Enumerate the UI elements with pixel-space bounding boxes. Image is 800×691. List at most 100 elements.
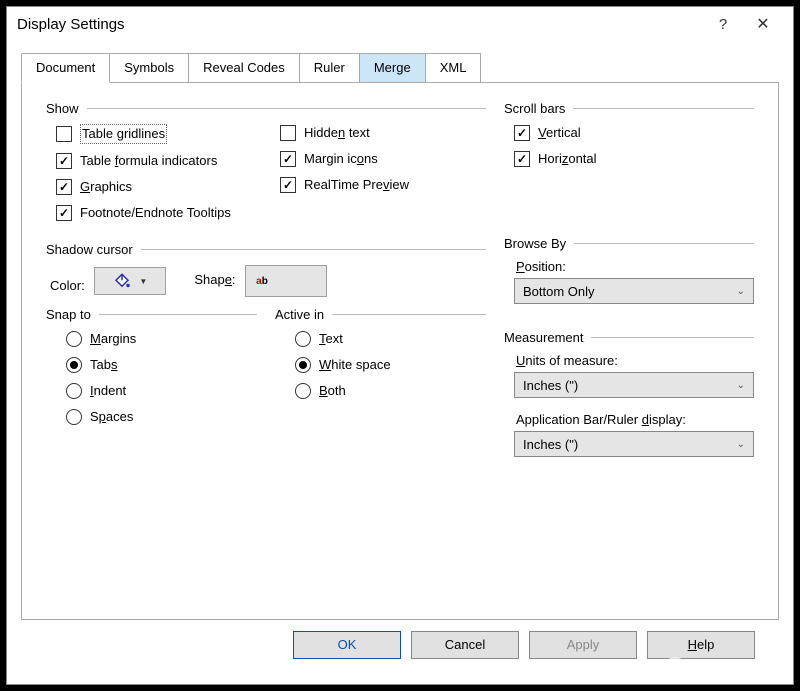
appbar-label: Application Bar/Ruler display:	[516, 412, 754, 427]
dropdown-value: Bottom Only	[523, 284, 595, 299]
apply-button[interactable]: Apply	[529, 631, 637, 659]
chevron-down-icon: ⌄	[737, 286, 745, 297]
position-label: Position:	[516, 259, 754, 274]
radio-indent[interactable]: Indent	[66, 382, 257, 400]
title-bar: Display Settings ? ✕	[7, 7, 793, 41]
radio-label: Both	[319, 382, 346, 400]
cancel-button[interactable]: Cancel	[411, 631, 519, 659]
checkbox-icon	[280, 151, 296, 167]
radio-white-space[interactable]: White space	[295, 356, 486, 374]
checkbox-label: Vertical	[538, 124, 581, 142]
checkbox-label: Horizontal	[538, 150, 597, 168]
shape-ab-icon: ab	[256, 276, 268, 287]
dialog-client: Document Symbols Reveal Codes Ruler Merg…	[21, 53, 779, 670]
radio-label: Tabs	[90, 356, 117, 374]
color-label: Color:	[50, 278, 85, 293]
checkbox-label: RealTime Preview	[304, 176, 409, 194]
checkbox-label: Footnote/Endnote Tooltips	[80, 204, 231, 222]
checkbox-icon	[56, 153, 72, 169]
checkbox-margin-icons[interactable]: Margin icons	[280, 150, 486, 168]
dropdown-value: Inches (")	[523, 437, 578, 452]
document-tab-panel: Show Table gridlines	[21, 83, 779, 620]
group-shadow-cursor-title: Shadow cursor	[46, 242, 133, 257]
radio-tabs[interactable]: Tabs	[66, 356, 257, 374]
position-dropdown[interactable]: Bottom Only ⌄	[514, 278, 754, 304]
tab-document[interactable]: Document	[21, 53, 110, 83]
radio-label: Text	[319, 330, 343, 348]
checkbox-realtime-preview[interactable]: RealTime Preview	[280, 176, 486, 194]
group-snap-to: Snap to Margins	[46, 307, 257, 434]
chevron-down-icon: ⌄	[737, 439, 745, 450]
radio-icon	[295, 383, 311, 399]
checkbox-horizontal-scrollbar[interactable]: Horizontal	[514, 150, 754, 168]
checkbox-graphics[interactable]: Graphics	[56, 178, 262, 196]
tab-bar: Document Symbols Reveal Codes Ruler Merg…	[21, 53, 779, 83]
button-bar: OK Cancel Apply Help	[21, 620, 779, 670]
group-measurement: Measurement Units of measure: Inches (")…	[504, 330, 754, 457]
radio-label: Margins	[90, 330, 136, 348]
radio-icon	[66, 383, 82, 399]
radio-label: White space	[319, 356, 391, 374]
units-label: Units of measure:	[516, 353, 754, 368]
tab-ruler[interactable]: Ruler	[299, 53, 360, 82]
group-snap-to-title: Snap to	[46, 307, 91, 322]
checkbox-table-formula-indicators[interactable]: Table formula indicators	[56, 152, 262, 170]
radio-margins[interactable]: Margins	[66, 330, 257, 348]
radio-text[interactable]: Text	[295, 330, 486, 348]
group-scroll-bars: Scroll bars Vertical Horizon	[504, 101, 754, 176]
checkbox-table-gridlines[interactable]: Table gridlines	[56, 124, 262, 144]
dialog-window: Display Settings ? ✕ Document Symbols Re…	[6, 6, 794, 685]
paint-bucket-icon	[113, 272, 131, 290]
group-measurement-title: Measurement	[504, 330, 583, 345]
checkbox-hidden-text[interactable]: Hidden text	[280, 124, 486, 142]
help-button[interactable]: Help	[647, 631, 755, 659]
checkbox-icon	[56, 126, 72, 142]
group-active-in-title: Active in	[275, 307, 324, 322]
shape-picker-button[interactable]: ab	[245, 265, 327, 297]
tab-xml[interactable]: XML	[425, 53, 482, 82]
radio-icon	[66, 357, 82, 373]
radio-spaces[interactable]: Spaces	[66, 408, 257, 426]
ok-button[interactable]: OK	[293, 631, 401, 659]
checkbox-label: Table formula indicators	[80, 152, 217, 170]
group-show: Show Table gridlines	[46, 101, 486, 230]
checkbox-icon	[280, 177, 296, 193]
units-dropdown[interactable]: Inches (") ⌄	[514, 372, 754, 398]
color-picker-button[interactable]: ▼	[94, 267, 166, 295]
checkbox-vertical-scrollbar[interactable]: Vertical	[514, 124, 754, 142]
radio-label: Spaces	[90, 408, 133, 426]
radio-icon	[295, 357, 311, 373]
close-icon[interactable]: ✕	[743, 14, 783, 34]
dropdown-value: Inches (")	[523, 378, 578, 393]
group-show-title: Show	[46, 101, 79, 116]
chevron-down-icon: ⌄	[737, 380, 745, 391]
checkbox-label: Margin icons	[304, 150, 378, 168]
tab-merge[interactable]: Merge	[359, 53, 426, 82]
dialog-title: Display Settings	[17, 16, 703, 33]
tab-symbols[interactable]: Symbols	[109, 53, 189, 82]
chevron-down-icon: ▼	[139, 277, 147, 286]
tab-reveal-codes[interactable]: Reveal Codes	[188, 53, 300, 82]
checkbox-icon	[514, 151, 530, 167]
group-scroll-bars-title: Scroll bars	[504, 101, 565, 116]
checkbox-icon	[56, 205, 72, 221]
group-shadow-cursor: Shadow cursor Color:	[46, 242, 486, 446]
radio-icon	[66, 409, 82, 425]
radio-both[interactable]: Both	[295, 382, 486, 400]
checkbox-label: Hidden text	[304, 124, 370, 142]
help-icon[interactable]: ?	[703, 16, 743, 33]
radio-icon	[295, 331, 311, 347]
checkbox-icon	[514, 125, 530, 141]
group-active-in: Active in Text	[275, 307, 486, 434]
checkbox-icon	[280, 125, 296, 141]
checkbox-icon	[56, 179, 72, 195]
shape-label: Shape:	[194, 272, 235, 287]
checkbox-footnote-tooltips[interactable]: Footnote/Endnote Tooltips	[56, 204, 262, 222]
checkbox-label: Table gridlines	[80, 124, 167, 144]
radio-icon	[66, 331, 82, 347]
radio-label: Indent	[90, 382, 126, 400]
group-browse-by-title: Browse By	[504, 236, 566, 251]
group-browse-by: Browse By Position: Bottom Only ⌄	[504, 236, 754, 304]
appbar-dropdown[interactable]: Inches (") ⌄	[514, 431, 754, 457]
checkbox-label: Graphics	[80, 178, 132, 196]
